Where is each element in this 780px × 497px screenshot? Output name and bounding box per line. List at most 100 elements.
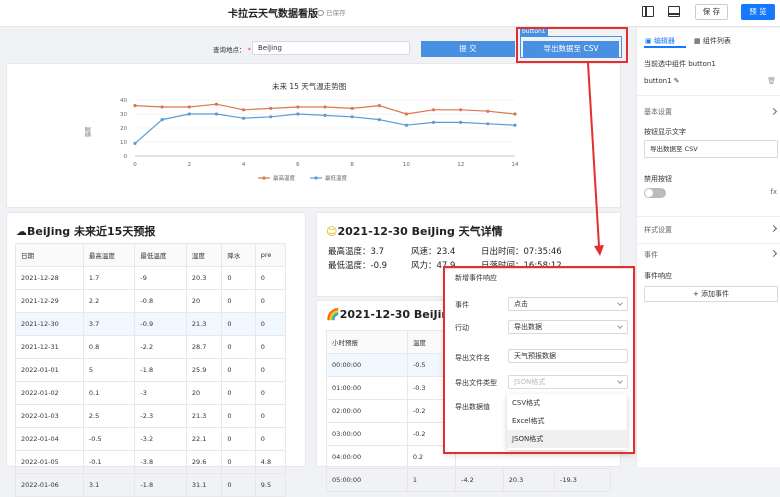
data-point xyxy=(377,118,381,122)
table-row[interactable]: 2022-01-01 5 -1.8 25.9 0 0 xyxy=(15,358,287,382)
detail-title-text: 2021-12-30 BeiJing 天气详情 xyxy=(337,225,503,238)
save-button[interactable]: 保 存 xyxy=(695,4,728,20)
preview-button[interactable]: 预 览 xyxy=(741,4,775,20)
data-point xyxy=(160,105,164,109)
top-bar: 卡拉云天气数据看版 已保存 保 存 预 览 xyxy=(0,0,780,27)
tab-components[interactable]: ▦ 组件列表 xyxy=(694,36,731,46)
table-row[interactable]: 2022-01-04 -0.5 -3.2 22.1 0 0 xyxy=(15,427,287,451)
table-cell: 0 xyxy=(254,404,287,428)
legend-marker xyxy=(262,176,266,180)
data-point xyxy=(513,123,517,127)
divider xyxy=(637,216,780,217)
table-row[interactable]: 2022-01-06 3.1 -1.8 31.1 0 9.5 xyxy=(15,473,287,497)
table-cell: -0.9 xyxy=(134,312,187,336)
table-cell: 20 xyxy=(185,289,223,313)
x-tick-label: 14 xyxy=(512,162,519,168)
fx-button[interactable]: fx xyxy=(770,188,777,196)
component-name[interactable]: button1 ✎ xyxy=(644,77,680,85)
table-cell: -2.2 xyxy=(134,335,187,359)
chevron-icon[interactable] xyxy=(769,224,778,233)
column-header[interactable]: 湿度 xyxy=(185,243,223,267)
table-cell: 0 xyxy=(221,381,256,405)
add-event-button[interactable]: + 添加事件 xyxy=(644,286,778,302)
table-cell: 0 xyxy=(254,289,287,313)
annotation-arrow xyxy=(587,62,604,256)
table-cell: 2.5 xyxy=(82,404,136,428)
button-text-input[interactable]: 导出数据至 CSV xyxy=(644,140,778,158)
table-cell: 31.1 xyxy=(185,473,223,497)
trash-icon[interactable]: 🗑 xyxy=(767,77,776,85)
style-settings[interactable]: 样式设置 xyxy=(644,225,672,235)
submit-button[interactable]: 提 交 xyxy=(421,41,515,57)
hourly-title: 🌈2021-12-30 BeiJing xyxy=(326,308,457,321)
table-cell: 0 xyxy=(254,312,287,336)
table-cell: 0 xyxy=(221,266,256,290)
table-cell: 21.3 xyxy=(185,404,223,428)
tab-editor[interactable]: ▣ 编辑器 xyxy=(645,36,675,46)
table-cell: -1.8 xyxy=(134,473,187,497)
x-tick-label: 8 xyxy=(350,162,354,168)
table-cell: -1.8 xyxy=(134,358,187,382)
chart-title: 未来 15 天气温走势图 xyxy=(272,82,347,91)
table-row[interactable]: 2022-01-05 -0.1 -3.8 29.6 0 4.8 xyxy=(15,450,287,474)
column-header[interactable]: 降水 xyxy=(221,243,256,267)
table-cell: -9 xyxy=(134,266,187,290)
table-cell: 0.8 xyxy=(82,335,136,359)
table-row[interactable]: 2021-12-31 0.8 -2.2 28.7 0 0 xyxy=(15,335,287,359)
table-cell: 02:00:00 xyxy=(326,399,408,423)
y-tick-label: 30 xyxy=(120,112,127,118)
chevron-icon[interactable] xyxy=(769,249,778,258)
table-cell: 20 xyxy=(185,381,223,405)
column-header[interactable]: 最低温度 xyxy=(134,243,187,267)
layout-sidebar-icon[interactable] xyxy=(642,6,654,17)
table-cell: -0.8 xyxy=(134,289,187,313)
data-point xyxy=(459,120,463,124)
table-cell: 9.5 xyxy=(254,473,287,497)
basic-settings[interactable]: 基本设置 xyxy=(644,107,672,117)
table-cell: 3.1 xyxy=(82,473,136,497)
data-point xyxy=(296,112,300,116)
data-point xyxy=(323,113,327,117)
location-input[interactable]: BeiJing xyxy=(252,41,410,55)
legend-label: 最高温度 xyxy=(273,174,296,182)
table-row[interactable]: 2021-12-29 2.2 -0.8 20 0 0 xyxy=(15,289,287,313)
table-cell: -2.3 xyxy=(134,404,187,428)
data-point xyxy=(486,109,490,113)
column-header[interactable]: 最高温度 xyxy=(82,243,136,267)
table-cell: -3.8 xyxy=(134,450,187,474)
chevron-icon[interactable] xyxy=(769,107,778,116)
layout-bottom-panel-icon[interactable] xyxy=(668,6,680,17)
editor-icon: ▣ xyxy=(645,37,652,45)
component-name-text: button1 xyxy=(644,77,672,85)
table-cell: 03:00:00 xyxy=(326,422,408,446)
column-header[interactable]: pre xyxy=(254,243,287,267)
table-cell: 0 xyxy=(254,381,287,405)
table-cell: 2022-01-06 xyxy=(15,473,84,497)
wind-speed: 风速：23.4 xyxy=(411,247,456,257)
table-cell: 2022-01-04 xyxy=(15,427,84,451)
data-point xyxy=(214,112,219,116)
column-header[interactable]: 日期 xyxy=(15,243,84,267)
highlight-export-button xyxy=(516,27,628,63)
table-header: 日期 最高温度 最低温度 湿度 降水 pre xyxy=(15,243,287,267)
table-row[interactable]: 2021-12-28 1.7 -9 20.3 0 0 xyxy=(15,266,287,290)
pencil-icon[interactable]: ✎ xyxy=(674,77,680,85)
events-section[interactable]: 事件 xyxy=(644,250,658,260)
data-point xyxy=(431,120,436,124)
data-point xyxy=(296,105,300,109)
max-temp: 最高温度：3.7 xyxy=(328,247,385,257)
table-row[interactable]: 05:00:00 1 -4.2 20.3 -19.3 xyxy=(326,468,611,492)
table-cell: 20.3 xyxy=(185,266,223,290)
highlight-event-dialog xyxy=(443,266,635,454)
location-label: 查询地点： * xyxy=(213,46,251,54)
disabled-toggle[interactable] xyxy=(644,188,666,198)
table-row[interactable]: 2022-01-02 0.1 -3 20 0 0 xyxy=(15,381,287,405)
smile-icon: 😊 xyxy=(326,225,338,238)
table-cell: 0.1 xyxy=(82,381,136,405)
column-header[interactable]: 小时预报 xyxy=(326,330,408,354)
forecast-title: ☁BeiJing 未来近15天预报 xyxy=(16,223,155,239)
table-cell: -19.3 xyxy=(554,468,611,492)
table-row[interactable]: 2021-12-30 3.7 -0.9 21.3 0 0 xyxy=(15,312,287,336)
data-point xyxy=(269,106,273,110)
table-row[interactable]: 2022-01-03 2.5 -2.3 21.3 0 0 xyxy=(15,404,287,428)
